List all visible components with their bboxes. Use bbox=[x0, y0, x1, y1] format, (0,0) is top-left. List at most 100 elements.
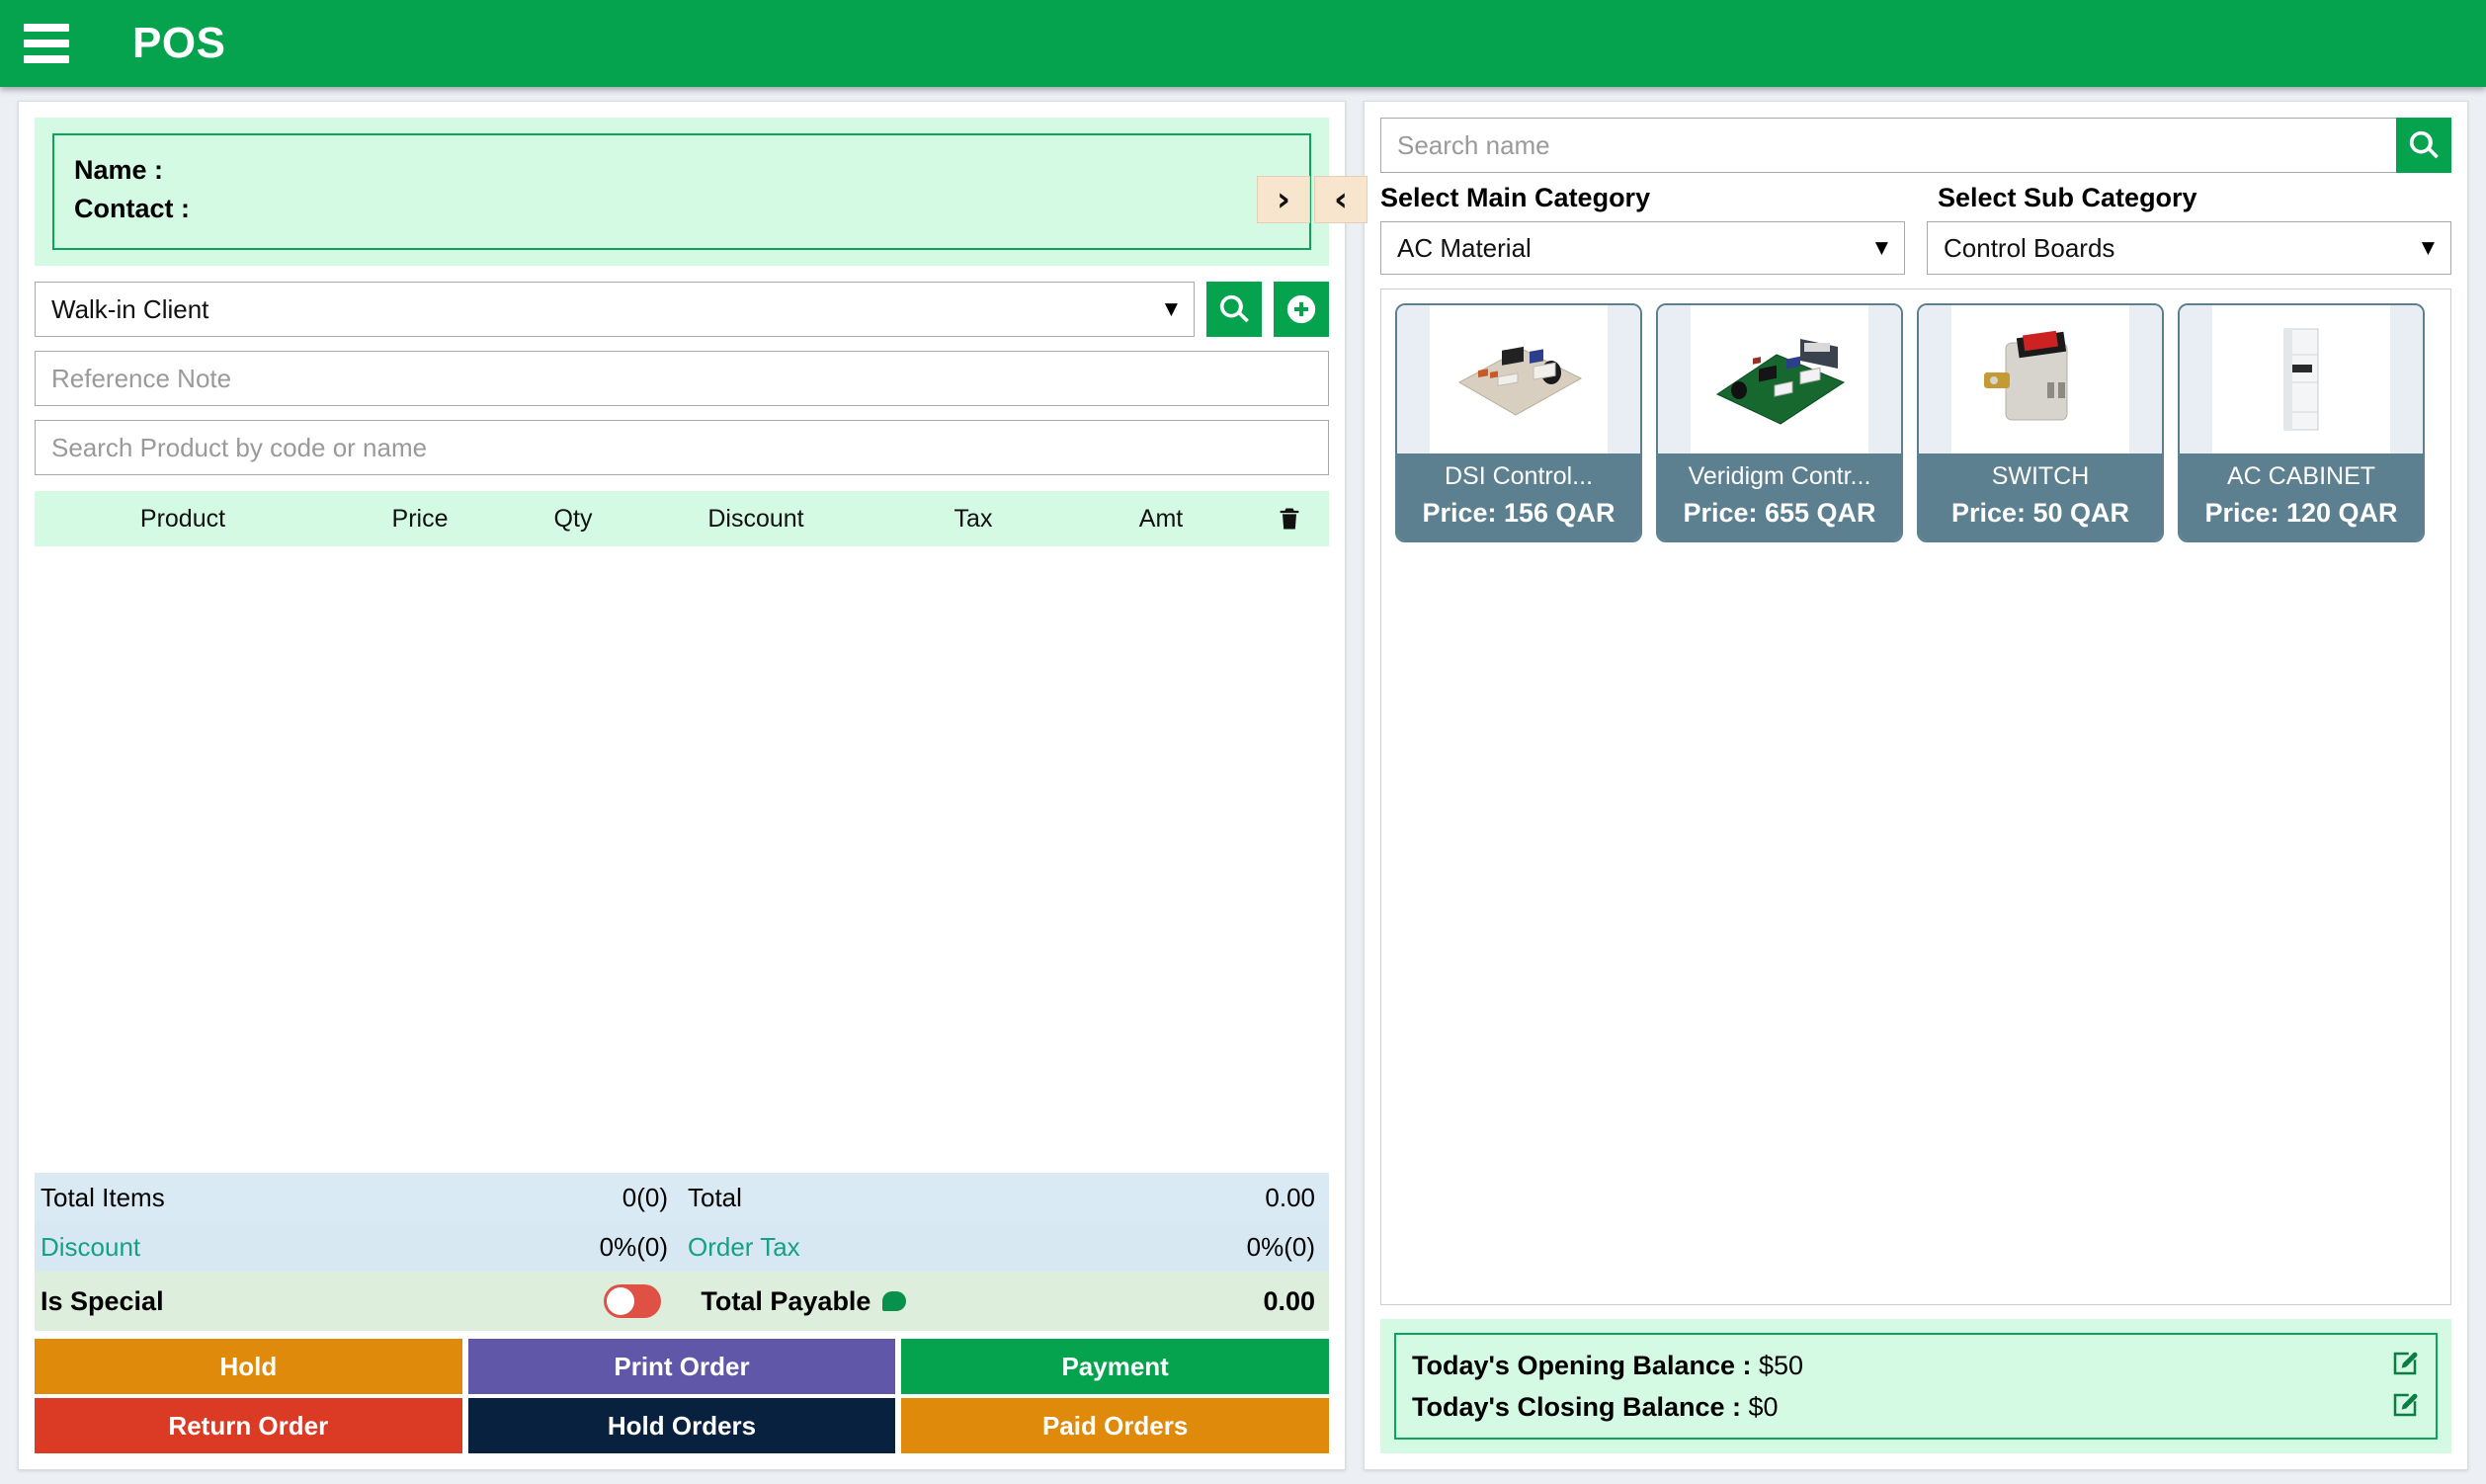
sub-category-select[interactable]: Control Boards ▼ bbox=[1927, 221, 2451, 275]
product-price: Price: 50 QAR bbox=[1950, 498, 2130, 529]
cart-col-qty: Qty bbox=[553, 504, 593, 533]
opening-balance-row: Today's Opening Balance : $50 bbox=[1412, 1345, 2420, 1386]
control-board-icon bbox=[1715, 339, 1846, 425]
total-items-label: Total Items bbox=[41, 1182, 165, 1212]
product-footer: AC CABINET Price: 120 QAR bbox=[2180, 453, 2423, 541]
main-category-select[interactable]: AC Material ▼ bbox=[1380, 221, 1905, 275]
chevron-down-icon: ▼ bbox=[1164, 299, 1178, 320]
product-image bbox=[1658, 305, 1901, 453]
hamburger-icon[interactable] bbox=[24, 24, 69, 63]
comment-bubble-icon[interactable] bbox=[882, 1291, 907, 1311]
print-order-button[interactable]: Print Order bbox=[467, 1339, 896, 1394]
panel-toggle-group: › ‹ bbox=[1257, 176, 1367, 223]
cart-table-body bbox=[19, 546, 1345, 1160]
add-client-button[interactable] bbox=[1274, 282, 1329, 338]
closing-balance-row: Today's Closing Balance : $0 bbox=[1412, 1386, 2420, 1428]
product-card[interactable]: AC CABINET Price: 120 QAR bbox=[2178, 303, 2425, 543]
product-name: SWITCH bbox=[1991, 462, 2090, 490]
control-board-icon bbox=[1457, 346, 1583, 416]
page-title: POS bbox=[132, 19, 226, 67]
product-image bbox=[1919, 305, 2162, 453]
closing-balance-value: $0 bbox=[1748, 1391, 1779, 1422]
chevron-right-icon[interactable]: › bbox=[1257, 176, 1310, 223]
reference-note-input[interactable]: Reference Note bbox=[35, 351, 1329, 407]
total-payable-label: Total Payable bbox=[701, 1285, 871, 1316]
payment-button[interactable]: Payment bbox=[901, 1339, 1329, 1394]
sub-category-label: Select Sub Category bbox=[1938, 183, 2197, 212]
product-price: Price: 120 QAR bbox=[2204, 498, 2398, 529]
client-select[interactable]: Walk-in Client ▼ bbox=[35, 282, 1195, 338]
order-tax-value: 0%(0) bbox=[1246, 1231, 1315, 1262]
total-label: Total bbox=[688, 1182, 742, 1212]
return-order-button[interactable]: Return Order bbox=[35, 1398, 462, 1453]
is-special-toggle[interactable] bbox=[604, 1284, 662, 1318]
total-payable-group: Total Payable bbox=[701, 1285, 907, 1317]
cart-table-header: Product Price Qty Discount Tax Amt bbox=[35, 491, 1329, 547]
catalog-panel: Search name Select Main Category Select … bbox=[1364, 101, 2468, 1470]
opening-balance-value: $50 bbox=[1759, 1350, 1804, 1380]
cart-col-amt: Amt bbox=[1138, 504, 1184, 533]
product-footer: DSI Control... Price: 156 QAR bbox=[1397, 453, 1640, 541]
product-name: AC CABINET bbox=[2226, 462, 2376, 490]
edit-closing-balance-button[interactable] bbox=[2390, 1390, 2420, 1425]
product-search-input[interactable]: Search Product by code or name bbox=[35, 420, 1329, 476]
catalog-search-input[interactable]: Search name bbox=[1380, 118, 2396, 173]
search-icon bbox=[1219, 295, 1249, 323]
sub-category-value: Control Boards bbox=[1944, 232, 2115, 263]
paid-orders-button[interactable]: Paid Orders bbox=[901, 1398, 1329, 1453]
category-labels: Select Main Category Select Sub Category bbox=[1380, 183, 2451, 213]
discount-value: 0%(0) bbox=[599, 1231, 668, 1262]
edit-pencil-icon bbox=[2393, 1352, 2418, 1374]
cart-col-discount: Discount bbox=[707, 504, 804, 533]
order-panel: Name : Contact : Walk-in Client ▼ Refere… bbox=[18, 101, 1346, 1470]
product-card[interactable]: DSI Control... Price: 156 QAR bbox=[1395, 303, 1642, 543]
plus-circle-icon bbox=[1286, 295, 1316, 324]
switch-adapter-icon bbox=[1984, 330, 2068, 421]
search-icon bbox=[2409, 130, 2439, 159]
product-grid: DSI Control... Price: 156 QAR Veridigm C… bbox=[1395, 303, 2437, 543]
is-special-label: Is Special bbox=[41, 1285, 164, 1316]
total-items-value: 0(0) bbox=[622, 1182, 668, 1212]
product-card[interactable]: Veridigm Contr... Price: 655 QAR bbox=[1656, 303, 1903, 543]
customer-info-box: Name : Contact : bbox=[52, 133, 1311, 251]
chevron-left-icon[interactable]: ‹ bbox=[1314, 176, 1367, 223]
edit-opening-balance-button[interactable] bbox=[2390, 1349, 2420, 1383]
client-select-row: Walk-in Client ▼ bbox=[35, 282, 1329, 338]
balance-box: Today's Opening Balance : $50 Today's Cl… bbox=[1380, 1319, 2451, 1453]
product-price: Price: 655 QAR bbox=[1683, 498, 1876, 529]
order-tax-label[interactable]: Order Tax bbox=[682, 1232, 800, 1263]
edit-pencil-icon bbox=[2393, 1393, 2418, 1416]
totals-row-items: Total Items 0(0) Total 0.00 bbox=[35, 1173, 1329, 1222]
main-category-value: AC Material bbox=[1397, 232, 1532, 263]
trash-icon bbox=[1280, 508, 1299, 530]
cart-col-price: Price bbox=[391, 504, 449, 533]
customer-band: Name : Contact : bbox=[35, 118, 1329, 267]
product-image bbox=[2180, 305, 2423, 453]
search-client-button[interactable] bbox=[1206, 282, 1262, 338]
chevron-down-icon: ▼ bbox=[2421, 238, 2435, 258]
hold-button[interactable]: Hold bbox=[35, 1339, 462, 1394]
product-card[interactable]: SWITCH Price: 50 QAR bbox=[1917, 303, 2164, 543]
product-grid-container: DSI Control... Price: 156 QAR Veridigm C… bbox=[1380, 289, 2451, 1305]
product-footer: SWITCH Price: 50 QAR bbox=[1919, 453, 2162, 541]
product-name: DSI Control... bbox=[1444, 462, 1594, 490]
hold-orders-button[interactable]: Hold Orders bbox=[467, 1398, 896, 1453]
closing-balance-label: Today's Closing Balance : bbox=[1412, 1391, 1741, 1422]
discount-label[interactable]: Discount bbox=[35, 1232, 140, 1263]
catalog-search-button[interactable] bbox=[2396, 118, 2451, 173]
toggle-knob bbox=[607, 1287, 635, 1315]
clear-cart-button[interactable] bbox=[1250, 505, 1329, 533]
client-select-value: Walk-in Client bbox=[51, 293, 209, 324]
product-price: Price: 156 QAR bbox=[1422, 498, 1616, 529]
special-row: Is Special Total Payable 0.00 bbox=[35, 1272, 1329, 1331]
product-name: Veridigm Contr... bbox=[1688, 462, 1871, 490]
cart-col-tax: Tax bbox=[953, 504, 993, 533]
main-category-label: Select Main Category bbox=[1380, 183, 1651, 212]
order-totals: Total Items 0(0) Total 0.00 Discount 0%(0) … bbox=[35, 1173, 1329, 1453]
opening-balance-label: Today's Opening Balance : bbox=[1412, 1350, 1752, 1380]
catalog-search-row: Search name bbox=[1380, 118, 2451, 173]
app-header: POS bbox=[0, 0, 2486, 87]
category-selects: AC Material ▼ Control Boards ▼ bbox=[1380, 221, 2451, 275]
page-body: › ‹ Name : Contact : Walk-in Client ▼ Re… bbox=[0, 87, 2486, 1484]
product-image bbox=[1397, 305, 1640, 453]
